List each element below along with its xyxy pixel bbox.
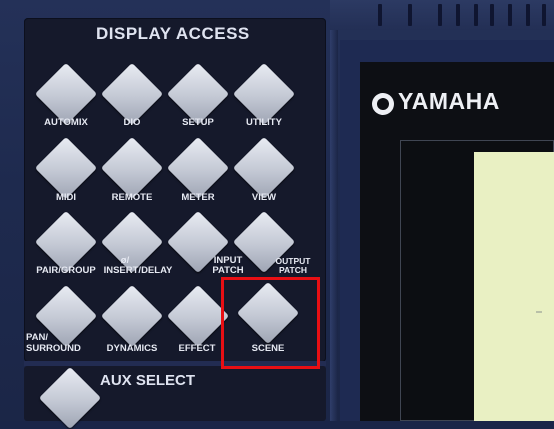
fader-slot bbox=[542, 4, 546, 26]
remote-label: REMOTE bbox=[111, 192, 153, 203]
view-label: VIEW bbox=[251, 192, 277, 203]
midi-label: MIDI bbox=[55, 192, 77, 203]
effect-label: EFFECT bbox=[178, 343, 216, 354]
pair-group-label: PAIR/GROUP bbox=[36, 265, 96, 276]
surround-label: SURROUND bbox=[26, 343, 81, 354]
panel-divider bbox=[330, 30, 338, 421]
fader-slot bbox=[408, 4, 412, 26]
setup-label: SETUP bbox=[182, 117, 214, 128]
yamaha-logo-inner bbox=[377, 98, 389, 110]
meter-label: METER bbox=[181, 192, 215, 203]
top-slot-strip bbox=[330, 0, 554, 30]
output-patch-label-2: PATCH bbox=[278, 265, 307, 275]
display-access-title: DISPLAY ACCESS bbox=[96, 24, 250, 43]
dynamics-label: DYNAMICS bbox=[106, 343, 158, 354]
fader-slot bbox=[490, 4, 494, 26]
fader-slot bbox=[438, 4, 442, 26]
fader-slot bbox=[526, 4, 530, 26]
dio-label: DIO bbox=[123, 117, 141, 128]
input-patch-label-2: PATCH bbox=[212, 265, 244, 276]
pan-label: PAN/ bbox=[26, 332, 48, 343]
aux-select-title: AUX SELECT bbox=[100, 372, 196, 389]
fader-slot bbox=[456, 4, 460, 26]
fader-slot bbox=[508, 4, 512, 26]
lcd-screen[interactable] bbox=[474, 152, 554, 421]
insert-delay-label: INSERT/DELAY bbox=[103, 265, 173, 276]
automix-label: AUTOMIX bbox=[44, 117, 88, 128]
fader-slot bbox=[474, 4, 478, 26]
utility-label: UTILITY bbox=[246, 117, 282, 128]
fader-slot bbox=[378, 4, 382, 26]
scene-label: SCENE bbox=[251, 343, 285, 354]
brand-name: YAMAHA bbox=[398, 88, 500, 114]
lcd-mark bbox=[536, 311, 542, 313]
